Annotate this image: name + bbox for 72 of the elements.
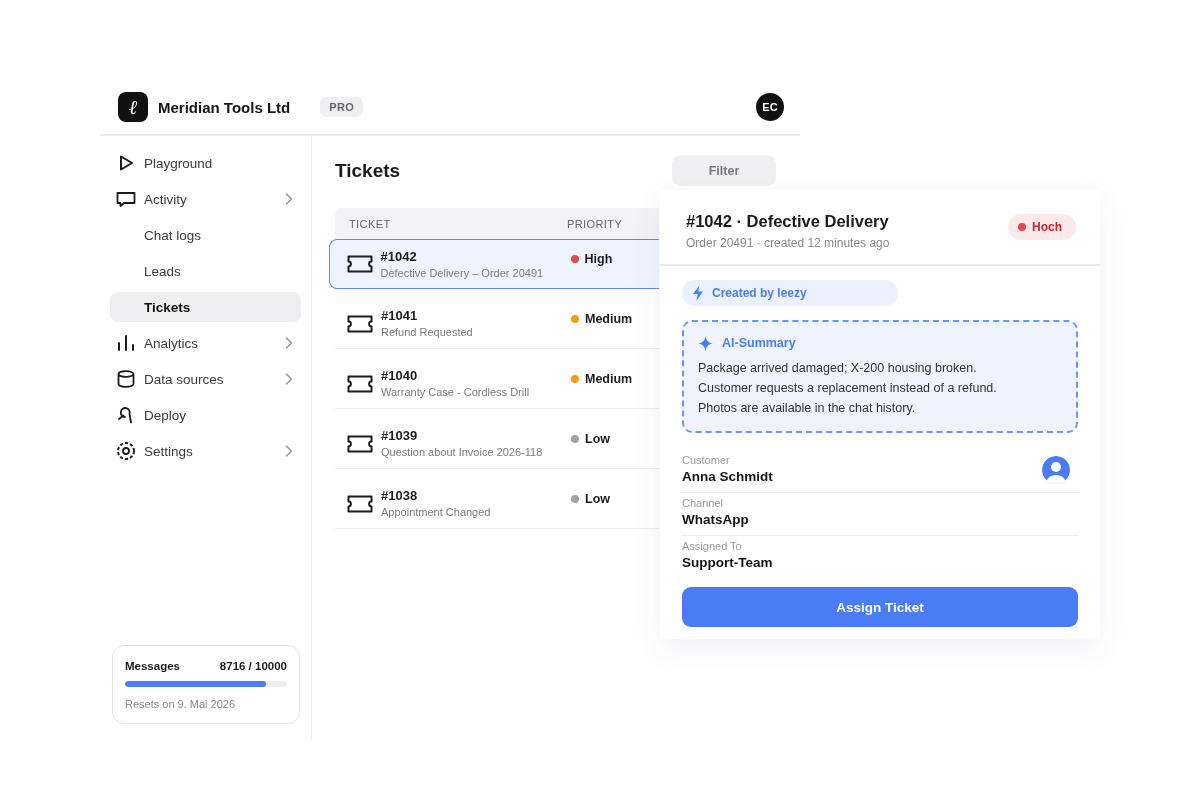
nav-item[interactable]: Analytics <box>110 328 301 358</box>
company-name: Meridian Tools Ltd <box>158 98 291 116</box>
nav-item[interactable]: Chat logs <box>110 220 301 250</box>
database-icon <box>116 369 136 389</box>
column-header: TICKET <box>349 217 392 230</box>
ticket-id: #1038 <box>381 487 419 504</box>
ticket-subject: Warranty Case - Cordless Drill <box>381 385 531 400</box>
detail-title: #1042 · Defective Delivery <box>686 211 890 232</box>
user-avatar[interactable]: EC <box>756 93 784 121</box>
avatar-icon <box>1042 456 1070 484</box>
assign-ticket-button[interactable]: Assign Ticket <box>682 587 1078 627</box>
nav-item[interactable]: Activity <box>110 184 301 214</box>
priority-label: Low <box>585 431 610 446</box>
field-value: Anna Schmidt <box>682 468 773 486</box>
plan-badge: PRO <box>320 97 364 117</box>
ticket-id: #1039 <box>381 427 419 444</box>
ticket-id: #1042 <box>380 247 418 265</box>
ticket-row[interactable]: #1038 Appointment Changed Low <box>335 479 659 529</box>
detail-meta: Order 20491 · created 12 minutes ago <box>686 235 890 251</box>
priority-label: High <box>584 252 613 266</box>
field-value: WhatsApp <box>682 511 749 529</box>
chevron-icon <box>285 337 293 349</box>
priority-label: Medium <box>585 311 633 326</box>
ticket-subject: Question about Invoice 2026-118 <box>381 445 544 460</box>
page-title: Tickets <box>335 159 401 182</box>
ticket-subject: Defective Delivery – Order 20491 <box>380 265 545 281</box>
field-label: Assigned To <box>682 539 743 553</box>
chevron-icon <box>285 373 293 385</box>
origin-text: Created by leezy <box>712 286 807 300</box>
summary-line: Customer requests a replacement instead of a refund. <box>698 380 998 397</box>
ticket-id: #1041 <box>381 307 419 324</box>
chat-bubble-icon <box>116 189 136 209</box>
nav-item[interactable]: Settings <box>110 436 301 466</box>
priority-label: Hoch <box>1032 220 1062 234</box>
ticket-row[interactable]: #1042 Defective Delivery – Order 20491 High <box>329 239 659 289</box>
column-header: PRIORITY <box>567 217 624 230</box>
nav-item[interactable]: Deploy <box>110 400 301 430</box>
ticket-icon <box>347 314 373 333</box>
field-label: Channel <box>682 496 724 510</box>
ticket-subject: Appointment Changed <box>381 505 492 520</box>
ticket-icon <box>347 374 373 393</box>
settings-icon <box>116 441 136 461</box>
ticket-subject: Refund Requested <box>381 325 474 340</box>
chevron-icon <box>285 445 293 457</box>
ticket-row[interactable]: #1039 Question about Invoice 2026-118 Low <box>335 419 659 469</box>
logo: ℓ <box>118 92 148 122</box>
usage-label: Messages <box>125 659 180 674</box>
filter-button[interactable]: Filter <box>672 155 776 186</box>
nav-item[interactable]: Tickets <box>110 292 301 322</box>
summary-line: Photos are available in the chat history. <box>698 400 917 417</box>
priority-label: Medium <box>585 371 633 386</box>
ticket-icon <box>347 494 373 513</box>
priority-dot-icon <box>1018 223 1026 231</box>
usage-reset-note: Resets on 9. Mai 2026 <box>125 697 237 712</box>
summary-title: AI-Summary <box>722 335 796 352</box>
field-label: Customer <box>682 453 731 467</box>
nav-item[interactable]: Leads <box>110 256 301 286</box>
bar-chart-icon <box>116 333 136 353</box>
ticket-row[interactable]: #1040 Warranty Case - Cordless Drill Medium <box>335 359 659 409</box>
lightning-icon <box>692 285 704 301</box>
ticket-row[interactable]: #1041 Refund Requested Medium <box>335 299 659 349</box>
priority-label: Low <box>585 491 610 506</box>
ticket-icon <box>346 255 373 273</box>
summary-line: Package arrived damaged; X-200 housing broken. <box>698 360 978 377</box>
nav-item[interactable]: Playground <box>110 148 301 178</box>
nav-item[interactable]: Data sources <box>110 364 301 394</box>
usage-count: 8716 / 10000 <box>219 659 287 674</box>
ticket-icon <box>347 434 373 453</box>
chevron-icon <box>285 193 293 205</box>
field-value: Support-Team <box>682 554 773 572</box>
sparkle-icon <box>698 335 713 351</box>
ticket-id: #1040 <box>381 367 419 384</box>
